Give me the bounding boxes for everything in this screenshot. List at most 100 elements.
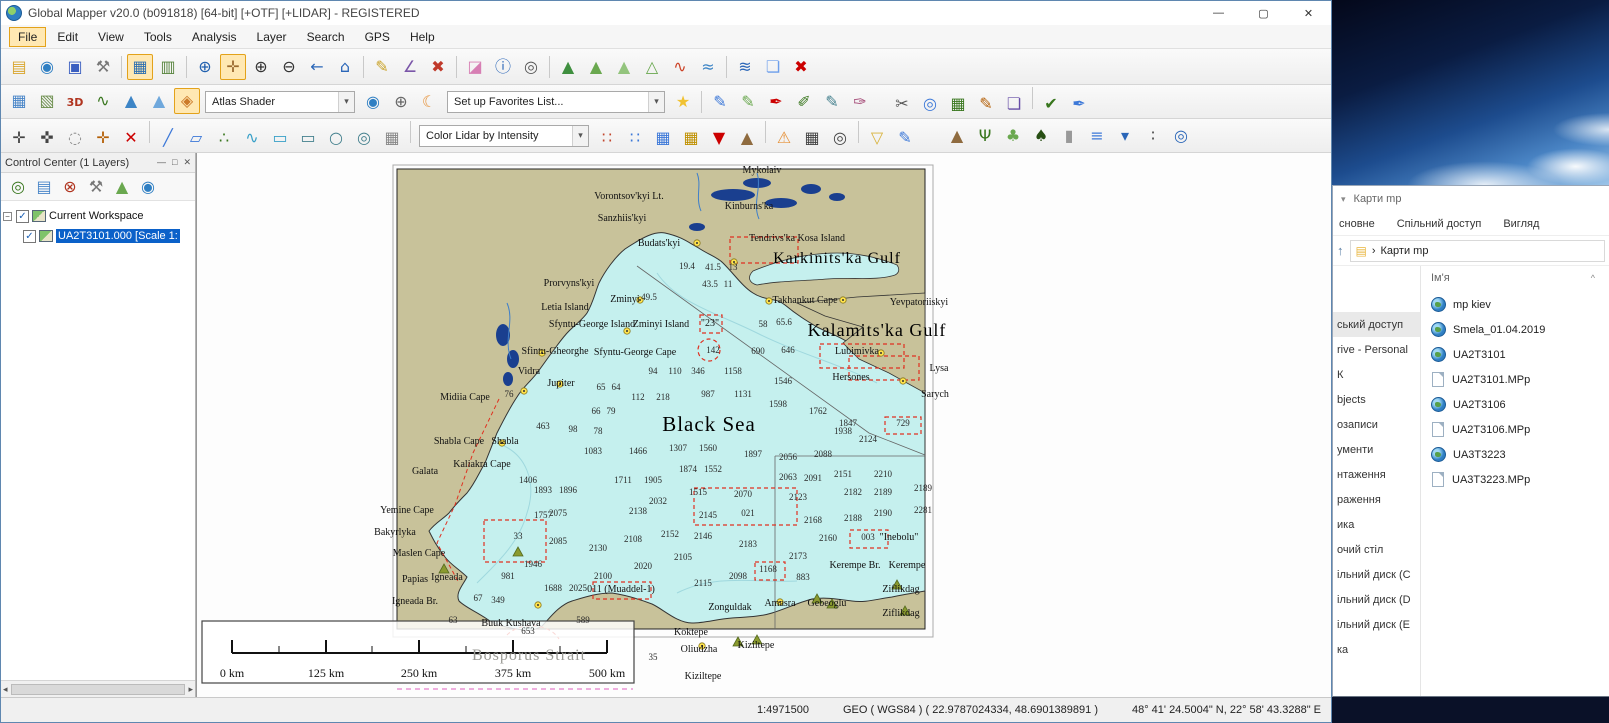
- zoom-in-icon[interactable]: ⊕: [248, 54, 274, 80]
- nav-item[interactable]: ика: [1333, 512, 1420, 537]
- marker-teal-icon[interactable]: ✎: [819, 89, 845, 115]
- grass-icon[interactable]: Ψ: [972, 123, 998, 149]
- menu-search[interactable]: Search: [298, 27, 354, 47]
- shader-icon[interactable]: ◈: [174, 88, 200, 114]
- elevation-legend-icon[interactable]: ▲: [118, 88, 144, 114]
- nav-item[interactable]: раження: [1333, 487, 1420, 512]
- chevron-down-icon[interactable]: ▾: [572, 126, 588, 146]
- file-item[interactable]: UA2T3101.MPp: [1431, 367, 1609, 392]
- file-item[interactable]: Smela_01.04.2019: [1431, 317, 1609, 342]
- cancel-icon[interactable]: ✖: [788, 54, 814, 80]
- save-workspace-icon[interactable]: ▣: [62, 54, 88, 80]
- map-layout-icon[interactable]: ▦: [6, 88, 32, 114]
- file-item[interactable]: UA2T3106.MPp: [1431, 417, 1609, 442]
- move-layer-icon[interactable]: ▲: [110, 175, 134, 199]
- shrub-icon[interactable]: ♣: [1000, 123, 1026, 149]
- menu-help[interactable]: Help: [401, 27, 444, 47]
- map-window-icon[interactable]: ❏: [760, 54, 786, 80]
- nav-item[interactable]: ільний диск (C: [1333, 562, 1420, 587]
- control-center-icon[interactable]: ▦: [127, 54, 153, 80]
- maximize-button[interactable]: ▢: [1241, 1, 1286, 25]
- digitizer-pencil-icon[interactable]: ✎: [369, 54, 395, 80]
- create-circle-icon[interactable]: ○: [323, 125, 349, 151]
- nav-item[interactable]: ільний диск (E: [1333, 612, 1420, 637]
- file-item[interactable]: UA3T3223: [1431, 442, 1609, 467]
- full-extent-icon[interactable]: ⌂: [332, 54, 358, 80]
- measure-icon[interactable]: ∠: [397, 54, 423, 80]
- search-features-icon[interactable]: ◎: [518, 54, 544, 80]
- workspace-checkbox[interactable]: ✓: [16, 210, 29, 223]
- world-projection-icon[interactable]: ◉: [360, 89, 386, 115]
- attribute-table-icon[interactable]: ▦: [945, 91, 971, 117]
- feature-info-icon[interactable]: ⓘ: [490, 54, 516, 80]
- favorites-combo[interactable]: Set up Favorites List...▾: [447, 91, 665, 113]
- view-shed-icon[interactable]: ≈: [695, 54, 721, 80]
- delete-vertex-icon[interactable]: ✕: [118, 125, 144, 151]
- select-lasso-icon[interactable]: ◌: [62, 125, 88, 151]
- create-rect-icon[interactable]: ▭: [295, 125, 321, 151]
- marker-green-icon[interactable]: ✐: [791, 89, 817, 115]
- menu-layer[interactable]: Layer: [248, 27, 296, 47]
- up-arrow-icon[interactable]: ↑: [1337, 243, 1344, 258]
- terrain-wire-icon[interactable]: △: [639, 54, 665, 80]
- night-mode-icon[interactable]: ☾: [416, 89, 442, 115]
- panel-float-button[interactable]: □: [172, 157, 177, 168]
- nav-item[interactable]: К: [1333, 362, 1420, 387]
- lidar-ground-icon[interactable]: ▲: [734, 125, 760, 151]
- lidar-classify-icon[interactable]: ∷: [622, 125, 648, 151]
- menu-analysis[interactable]: Analysis: [183, 27, 246, 47]
- grid-create-icon[interactable]: ▦: [379, 125, 405, 151]
- control-center-header[interactable]: Control Center (1 Layers) —□✕: [1, 153, 195, 173]
- create-line-icon[interactable]: ∿: [239, 125, 265, 151]
- terrain-paint-icon[interactable]: ▲: [944, 123, 970, 149]
- snap-target-icon[interactable]: ◎: [917, 91, 943, 117]
- close-layer-icon[interactable]: ⊗: [58, 175, 82, 199]
- file-item[interactable]: mp kiev: [1431, 292, 1609, 317]
- range-ring-icon[interactable]: ◎: [351, 125, 377, 151]
- address-box[interactable]: ▤ › Карти mp: [1350, 240, 1606, 262]
- chevron-down-icon[interactable]: ▾: [1341, 194, 1346, 205]
- paint-style-icon[interactable]: ❏: [1001, 91, 1027, 117]
- layer-options-icon[interactable]: ⚒: [84, 175, 108, 199]
- nav-item[interactable]: rive - Personal: [1333, 337, 1420, 362]
- panel-close-button[interactable]: ✕: [183, 157, 191, 168]
- open-file-icon[interactable]: ▤: [6, 54, 32, 80]
- view-3d-icon[interactable]: 3D: [62, 89, 88, 115]
- layer-checkbox[interactable]: ✓: [23, 230, 36, 243]
- file-item[interactable]: UA2T3106: [1431, 392, 1609, 417]
- atlas-shader-combo[interactable]: Atlas Shader▾: [205, 91, 355, 113]
- levels-icon[interactable]: ≡: [1084, 123, 1110, 149]
- lidar-grid-icon[interactable]: ▦: [799, 125, 825, 151]
- panel-minimize-button[interactable]: —: [157, 157, 166, 168]
- export-layer-icon[interactable]: ◉: [136, 175, 160, 199]
- pan-hand-icon[interactable]: ✛: [220, 54, 246, 80]
- water-icon[interactable]: ▾: [1112, 123, 1138, 149]
- nav-item[interactable]: нтаження: [1333, 462, 1420, 487]
- explorer-title-bar[interactable]: ▾ Карти mp: [1333, 186, 1609, 212]
- menu-edit[interactable]: Edit: [48, 27, 87, 47]
- warning-icon[interactable]: ⚠: [771, 125, 797, 151]
- close-button[interactable]: ✕: [1286, 1, 1331, 25]
- filter-icon[interactable]: ▽: [864, 125, 890, 151]
- create-point-icon[interactable]: ∴: [211, 125, 237, 151]
- chevron-down-icon[interactable]: ▾: [648, 92, 664, 112]
- tree-icon[interactable]: ♠: [1028, 123, 1054, 149]
- path-profile-icon[interactable]: ∿: [667, 54, 693, 80]
- nav-item[interactable]: ументи: [1333, 437, 1420, 462]
- edit-area-icon[interactable]: ▱: [183, 125, 209, 151]
- nav-item[interactable]: ка: [1333, 637, 1420, 662]
- nav-item[interactable]: озаписи: [1333, 412, 1420, 437]
- tree-item-workspace[interactable]: − ✓ Current Workspace: [3, 207, 193, 225]
- favorites-star-icon[interactable]: ★: [670, 89, 696, 115]
- eraser-icon[interactable]: ◪: [462, 54, 488, 80]
- scroll-thumb[interactable]: [11, 684, 186, 695]
- lidar-edit-icon[interactable]: ✎: [892, 125, 918, 151]
- pan-move-icon[interactable]: ✛: [6, 125, 32, 151]
- lidar-color-icon[interactable]: ∷: [594, 125, 620, 151]
- terrain-flat-icon[interactable]: ▲: [611, 54, 637, 80]
- terrain-layers-icon[interactable]: ▲: [583, 54, 609, 80]
- zoom-select-icon[interactable]: ⊕: [192, 54, 218, 80]
- open-online-data-icon[interactable]: ◉: [34, 54, 60, 80]
- move-feature-icon[interactable]: ✜: [34, 125, 60, 151]
- lidar-table-icon[interactable]: ▦: [650, 125, 676, 151]
